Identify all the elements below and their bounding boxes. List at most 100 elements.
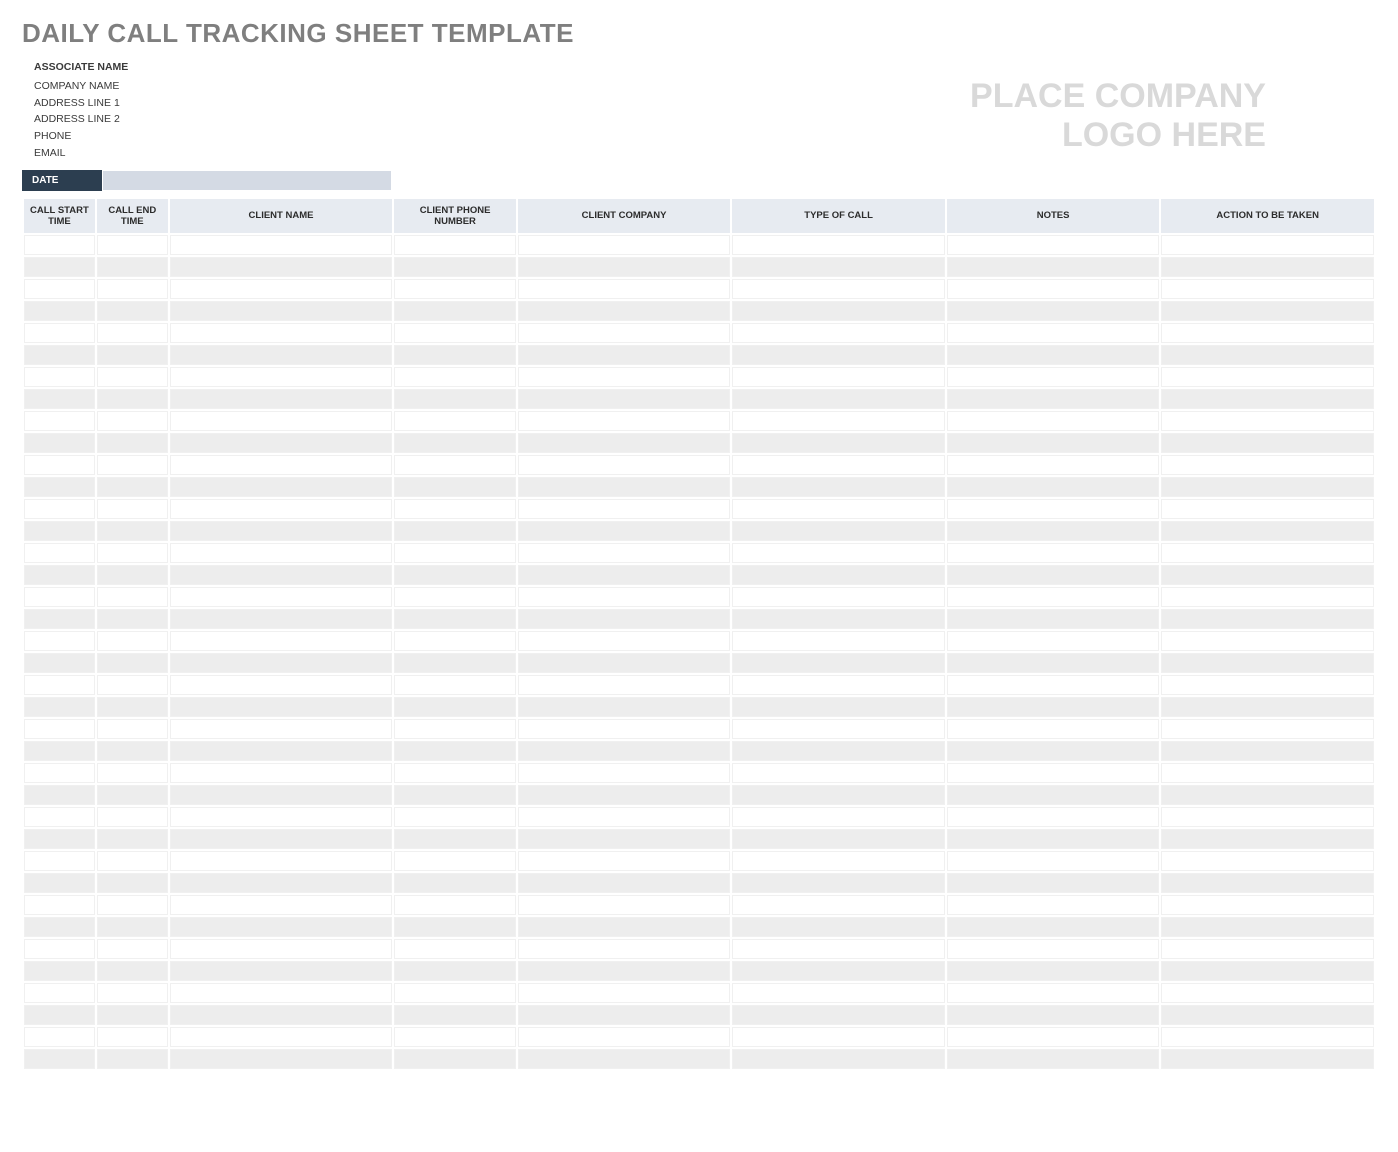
table-cell[interactable] [732, 895, 945, 915]
table-cell[interactable] [732, 433, 945, 453]
table-cell[interactable] [1161, 301, 1374, 321]
table-cell[interactable] [170, 543, 393, 563]
table-cell[interactable] [518, 741, 731, 761]
table-cell[interactable] [732, 499, 945, 519]
table-cell[interactable] [518, 763, 731, 783]
table-cell[interactable] [947, 741, 1160, 761]
table-cell[interactable] [24, 763, 95, 783]
table-cell[interactable] [24, 279, 95, 299]
table-cell[interactable] [97, 719, 168, 739]
table-cell[interactable] [24, 719, 95, 739]
table-cell[interactable] [97, 389, 168, 409]
table-cell[interactable] [170, 257, 393, 277]
table-cell[interactable] [24, 631, 95, 651]
table-cell[interactable] [97, 323, 168, 343]
table-cell[interactable] [394, 829, 515, 849]
table-cell[interactable] [97, 961, 168, 981]
table-cell[interactable] [732, 653, 945, 673]
table-cell[interactable] [24, 565, 95, 585]
table-cell[interactable] [170, 895, 393, 915]
table-cell[interactable] [947, 257, 1160, 277]
table-cell[interactable] [1161, 939, 1374, 959]
table-cell[interactable] [24, 543, 95, 563]
table-cell[interactable] [97, 983, 168, 1003]
table-cell[interactable] [1161, 543, 1374, 563]
table-cell[interactable] [394, 521, 515, 541]
table-cell[interactable] [24, 1005, 95, 1025]
table-cell[interactable] [732, 521, 945, 541]
table-cell[interactable] [24, 829, 95, 849]
table-cell[interactable] [97, 367, 168, 387]
table-cell[interactable] [394, 653, 515, 673]
table-cell[interactable] [394, 917, 515, 937]
table-cell[interactable] [947, 917, 1160, 937]
table-cell[interactable] [170, 719, 393, 739]
table-cell[interactable] [518, 873, 731, 893]
table-cell[interactable] [947, 345, 1160, 365]
table-cell[interactable] [947, 873, 1160, 893]
table-cell[interactable] [1161, 851, 1374, 871]
table-cell[interactable] [947, 389, 1160, 409]
table-cell[interactable] [732, 785, 945, 805]
table-cell[interactable] [1161, 433, 1374, 453]
table-cell[interactable] [947, 323, 1160, 343]
table-cell[interactable] [170, 301, 393, 321]
table-cell[interactable] [518, 235, 731, 255]
table-cell[interactable] [24, 455, 95, 475]
table-cell[interactable] [24, 1027, 95, 1047]
table-cell[interactable] [518, 565, 731, 585]
table-cell[interactable] [1161, 257, 1374, 277]
table-cell[interactable] [24, 301, 95, 321]
table-cell[interactable] [97, 587, 168, 607]
table-cell[interactable] [1161, 477, 1374, 497]
table-cell[interactable] [947, 411, 1160, 431]
table-cell[interactable] [518, 521, 731, 541]
table-cell[interactable] [1161, 653, 1374, 673]
table-cell[interactable] [732, 675, 945, 695]
table-cell[interactable] [394, 477, 515, 497]
table-cell[interactable] [947, 653, 1160, 673]
table-cell[interactable] [24, 873, 95, 893]
table-cell[interactable] [170, 477, 393, 497]
table-cell[interactable] [394, 345, 515, 365]
table-cell[interactable] [97, 1005, 168, 1025]
table-cell[interactable] [24, 851, 95, 871]
table-cell[interactable] [394, 389, 515, 409]
table-cell[interactable] [947, 807, 1160, 827]
table-cell[interactable] [947, 543, 1160, 563]
table-cell[interactable] [1161, 367, 1374, 387]
table-cell[interactable] [1161, 917, 1374, 937]
table-cell[interactable] [170, 653, 393, 673]
table-cell[interactable] [947, 631, 1160, 651]
table-cell[interactable] [97, 741, 168, 761]
table-cell[interactable] [24, 939, 95, 959]
table-cell[interactable] [97, 235, 168, 255]
table-cell[interactable] [24, 323, 95, 343]
table-cell[interactable] [518, 917, 731, 937]
table-cell[interactable] [947, 455, 1160, 475]
table-cell[interactable] [1161, 1027, 1374, 1047]
table-cell[interactable] [170, 235, 393, 255]
table-cell[interactable] [1161, 565, 1374, 585]
table-cell[interactable] [518, 543, 731, 563]
table-cell[interactable] [170, 697, 393, 717]
table-cell[interactable] [732, 741, 945, 761]
table-cell[interactable] [947, 279, 1160, 299]
table-cell[interactable] [97, 345, 168, 365]
table-cell[interactable] [394, 851, 515, 871]
table-cell[interactable] [732, 477, 945, 497]
table-cell[interactable] [97, 763, 168, 783]
table-cell[interactable] [1161, 235, 1374, 255]
table-cell[interactable] [97, 675, 168, 695]
table-cell[interactable] [97, 521, 168, 541]
table-cell[interactable] [394, 697, 515, 717]
table-cell[interactable] [518, 301, 731, 321]
table-cell[interactable] [1161, 1049, 1374, 1069]
table-cell[interactable] [394, 873, 515, 893]
table-cell[interactable] [97, 477, 168, 497]
table-cell[interactable] [170, 675, 393, 695]
table-cell[interactable] [394, 631, 515, 651]
table-cell[interactable] [1161, 675, 1374, 695]
table-cell[interactable] [947, 719, 1160, 739]
table-cell[interactable] [732, 961, 945, 981]
